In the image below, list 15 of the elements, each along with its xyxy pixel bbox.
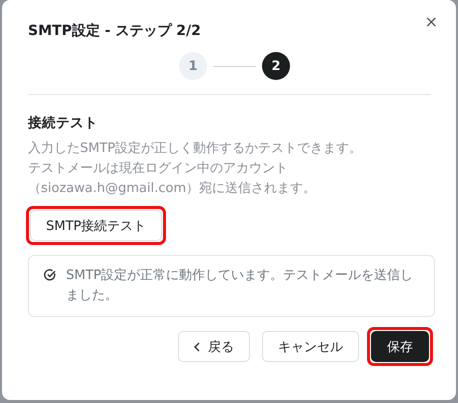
- step-indicator: 2: [262, 52, 290, 80]
- back-button[interactable]: 戻る: [178, 331, 250, 362]
- description-text: 入力したSMTP設定が正しく動作するかテストできます。: [28, 140, 364, 158]
- save-button[interactable]: 保存: [371, 331, 429, 362]
- description-text: （siozawa.h@gmail.com）宛に送信されます。: [28, 180, 318, 198]
- cancel-button[interactable]: キャンセル: [262, 331, 359, 362]
- step-indicator: 1: [179, 52, 207, 80]
- alert-message: SMTP設定が正常に動作しています。テストメールを送信しました。: [66, 267, 414, 305]
- check-circle-icon: [44, 269, 56, 281]
- chevron-left-icon: [194, 342, 200, 352]
- test-button[interactable]: SMTP接続テスト: [30, 210, 162, 241]
- close-button[interactable]: ×: [422, 10, 440, 33]
- description-text: テストメールは現在ログイン中のアカウント: [28, 160, 289, 178]
- section-heading: 接続テスト: [28, 114, 99, 132]
- dialog-title: SMTP設定 - ステップ 2/2: [28, 22, 202, 40]
